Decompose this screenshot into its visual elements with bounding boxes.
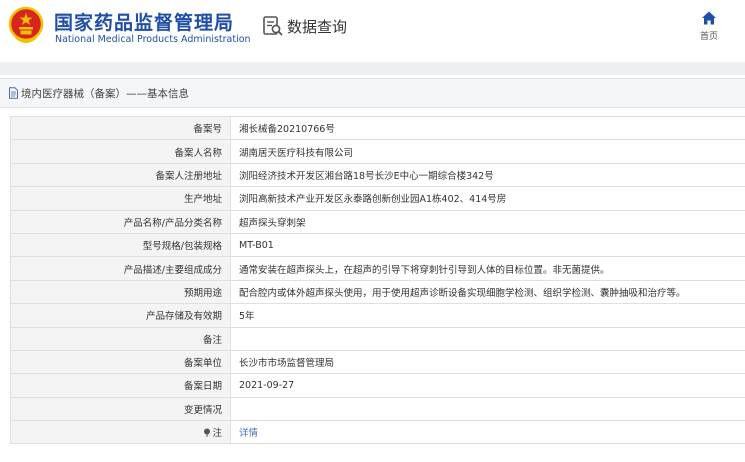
row-label: 产品名称/产品分类名称 [10, 209, 231, 234]
national-emblem-icon [8, 6, 44, 43]
row-label: 预期用途 [10, 279, 231, 305]
table-row: 注 详情 [10, 420, 745, 445]
org-name-en: National Medical Products Administration [55, 34, 251, 45]
table-row: 备案人注册地址 浏阳经济技术开发区湘台路18号长沙E中心一期综合楼342号 [10, 162, 745, 188]
table-row: 产品存储及有效期 5年 [10, 303, 745, 328]
row-label: 注 [212, 428, 222, 440]
note-label-cell: 注 [10, 420, 231, 445]
row-value: MT-B01 [230, 232, 745, 258]
row-label: 生产地址 [10, 186, 231, 211]
row-value: 详情 [230, 420, 745, 445]
record-detail-table: 备案号 湘长械备20210766号 备案人名称 湖南居天医疗科技有限公司 备案人… [10, 115, 745, 445]
row-value: 浏阳高新技术产业开发区永泰路创新创业园A1栋402、414号房 [230, 186, 745, 211]
home-label: 首页 [699, 32, 718, 42]
home-icon [702, 11, 716, 25]
row-label: 备案日期 [10, 373, 231, 398]
row-label: 备案人注册地址 [10, 162, 231, 188]
document-search-icon [263, 16, 283, 36]
row-value: 通常安装在超声探头上，在超声的引导下将穿刺针引导到人体的目标位置。非无菌提供。 [230, 256, 745, 281]
home-link[interactable]: 首页 [694, 10, 724, 42]
table-row: 变更情况 [10, 396, 745, 422]
row-value: 配合腔内或体外超声探头使用，用于使用超声诊断设备实现细胞学检测、组织学检测、囊肿… [230, 279, 745, 305]
row-value: 湘长械备20210766号 [230, 115, 745, 141]
table-row: 产品描述/主要组成成分 通常安装在超声探头上，在超声的引导下将穿刺针引导到人体的… [10, 256, 745, 281]
page-section-title: 数据查询 [287, 18, 348, 36]
table-row: 备注 [10, 326, 745, 351]
table-row: 预期用途 配合腔内或体外超声探头使用，用于使用超声诊断设备实现细胞学检测、组织学… [10, 279, 745, 305]
details-link[interactable]: 详情 [239, 428, 258, 439]
row-label: 变更情况 [10, 396, 231, 422]
row-label: 产品存储及有效期 [10, 303, 231, 328]
row-value [230, 326, 745, 351]
org-name-cn: 国家药品监督管理局 [54, 12, 235, 34]
row-value: 浏阳经济技术开发区湘台路18号长沙E中心一期综合楼342号 [230, 162, 745, 188]
header-divider-band [0, 62, 745, 75]
table-row: 备案人名称 湖南居天医疗科技有限公司 [10, 139, 745, 164]
row-label: 备案人名称 [10, 139, 231, 164]
row-label: 型号规格/包装规格 [10, 232, 231, 258]
row-label: 备注 [10, 326, 231, 351]
row-value: 5年 [230, 303, 745, 328]
site-header: 国家药品监督管理局 National Medical Products Admi… [0, 0, 745, 60]
row-label: 备案号 [10, 115, 231, 141]
table-row: 产品名称/产品分类名称 超声探头穿刺架 [10, 209, 745, 234]
table-row: 型号规格/包装规格 MT-B01 [10, 232, 745, 258]
document-icon [9, 87, 18, 99]
breadcrumb-text: 境内医疗器械（备案）——基本信息 [21, 87, 189, 100]
note-pin-icon [204, 428, 211, 438]
table-row: 备案号 湘长械备20210766号 [10, 115, 745, 141]
row-value: 湖南居天医疗科技有限公司 [230, 139, 745, 164]
table-row: 生产地址 浏阳高新技术产业开发区永泰路创新创业园A1栋402、414号房 [10, 186, 745, 211]
table-row: 备案单位 长沙市市场监督管理局 [10, 349, 745, 375]
row-label: 产品描述/主要组成成分 [10, 256, 231, 281]
table-row: 备案日期 2021-09-27 [10, 373, 745, 398]
row-value [230, 396, 745, 422]
row-value: 2021-09-27 [230, 373, 745, 398]
row-value: 长沙市市场监督管理局 [230, 349, 745, 375]
breadcrumb: 境内医疗器械（备案）——基本信息 [0, 78, 745, 108]
row-value: 超声探头穿刺架 [230, 209, 745, 234]
row-label: 备案单位 [10, 349, 231, 375]
